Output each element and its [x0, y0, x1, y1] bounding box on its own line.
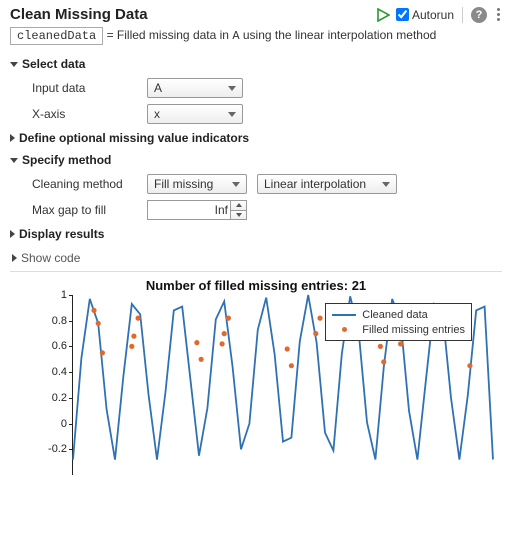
select-cleaning-method[interactable]: Fill missing — [147, 174, 247, 194]
legend-entry-cleaned: Cleaned data — [332, 307, 465, 322]
series-point — [313, 331, 318, 336]
series-point — [289, 363, 294, 368]
select-value: A — [154, 81, 162, 95]
header-controls: Autorun ? — [376, 6, 504, 23]
caret-right-icon — [10, 230, 15, 238]
label-cleaning-method: Cleaning method — [32, 177, 137, 191]
label-max-gap: Max gap to fill — [32, 203, 137, 217]
autorun-input[interactable] — [396, 8, 409, 21]
chart-title: Number of filled missing entries: 21 — [16, 276, 496, 295]
select-value: Fill missing — [154, 177, 213, 191]
series-point — [226, 316, 231, 321]
row-input-data: Input data A — [10, 75, 502, 101]
series-point — [222, 331, 227, 336]
spinner-value: Inf — [215, 203, 228, 217]
series-point — [100, 350, 105, 355]
y-tick-label: 0 — [61, 418, 67, 430]
caret-down-icon — [10, 158, 18, 163]
section-display-results[interactable]: Display results — [10, 223, 502, 245]
row-x-axis: X-axis x — [10, 101, 502, 127]
section-select-data[interactable]: Select data — [10, 53, 502, 75]
menu-icon[interactable] — [493, 6, 504, 23]
legend-entry-filled: Filled missing entries — [332, 322, 465, 337]
input-max-gap[interactable]: Inf — [147, 200, 247, 220]
chevron-down-icon — [232, 182, 240, 187]
autorun-checkbox[interactable]: Autorun — [396, 8, 454, 22]
spinner-buttons[interactable] — [230, 201, 246, 219]
desc-prefix: Filled missing data in — [117, 28, 232, 42]
series-point — [285, 346, 290, 351]
row-cleaning-method: Cleaning method Fill missing Linear inte… — [10, 171, 502, 197]
section-label: Define optional missing value indicators — [19, 131, 249, 145]
series-point — [129, 344, 134, 349]
autorun-label: Autorun — [412, 8, 454, 22]
section-specify-method[interactable]: Specify method — [10, 149, 502, 171]
series-point — [220, 341, 225, 346]
output-variable[interactable]: cleanedData — [10, 27, 103, 45]
y-tick-label: -0.2 — [48, 443, 67, 455]
series-point — [131, 334, 136, 339]
panel-header: Clean Missing Data Autorun ? — [0, 0, 512, 25]
series-point — [317, 316, 322, 321]
spinner-up[interactable] — [231, 201, 246, 211]
y-tick-label: 0.6 — [52, 340, 67, 352]
row-max-gap: Max gap to fill Inf — [10, 197, 502, 223]
y-tick-label: 0.4 — [52, 366, 67, 378]
section-show-code[interactable]: Show code — [10, 245, 502, 272]
series-point — [398, 341, 403, 346]
separator — [462, 7, 463, 23]
chevron-down-icon — [382, 182, 390, 187]
desc-var: A — [232, 29, 239, 43]
caret-right-icon — [12, 254, 17, 262]
section-label: Display results — [19, 227, 104, 241]
y-tick-label: 0.2 — [52, 392, 67, 404]
select-input-data[interactable]: A — [147, 78, 243, 98]
run-icon[interactable] — [376, 8, 390, 22]
legend-dot-icon — [332, 327, 356, 332]
legend-line-icon — [332, 314, 356, 316]
chart-area: Number of filled missing entries: 21 Cle… — [10, 276, 502, 486]
y-tick-label: 0.8 — [52, 315, 67, 327]
caret-down-icon — [10, 62, 18, 67]
select-x-axis[interactable]: x — [147, 104, 243, 124]
series-point — [194, 340, 199, 345]
series-point — [467, 363, 472, 368]
equals-sign: = — [107, 28, 114, 42]
chevron-down-icon — [228, 86, 236, 91]
chart-legend: Cleaned data Filled missing entries — [325, 303, 472, 341]
equation-row: cleanedData = Filled missing data in A u… — [0, 25, 512, 53]
y-tick-label: 1 — [61, 289, 67, 301]
series-point — [96, 321, 101, 326]
select-interpolation[interactable]: Linear interpolation — [257, 174, 397, 194]
chevron-down-icon — [228, 112, 236, 117]
legend-text: Filled missing entries — [362, 324, 465, 336]
legend-text: Cleaned data — [362, 309, 427, 321]
caret-right-icon — [10, 134, 15, 142]
select-value: x — [154, 107, 160, 121]
label-x-axis: X-axis — [32, 107, 137, 121]
label-input-data: Input data — [32, 81, 137, 95]
series-point — [378, 344, 383, 349]
plot: Cleaned data Filled missing entries -0.2… — [72, 295, 492, 475]
plot-wrap: Cleaned data Filled missing entries -0.2… — [72, 295, 496, 475]
panel-title: Clean Missing Data — [10, 6, 376, 23]
section-label: Show code — [21, 251, 80, 265]
series-point — [136, 316, 141, 321]
series-point — [199, 357, 204, 362]
help-icon[interactable]: ? — [471, 7, 487, 23]
section-label: Specify method — [22, 153, 111, 167]
spinner-down[interactable] — [231, 211, 246, 220]
desc-suffix: using the linear interpolation method — [240, 28, 437, 42]
panel-body: Select data Input data A X-axis x Define… — [0, 53, 512, 486]
series-point — [91, 308, 96, 313]
section-label: Select data — [22, 57, 85, 71]
select-value: Linear interpolation — [264, 177, 366, 191]
section-missing-indicators[interactable]: Define optional missing value indicators — [10, 127, 502, 149]
series-point — [381, 359, 386, 364]
